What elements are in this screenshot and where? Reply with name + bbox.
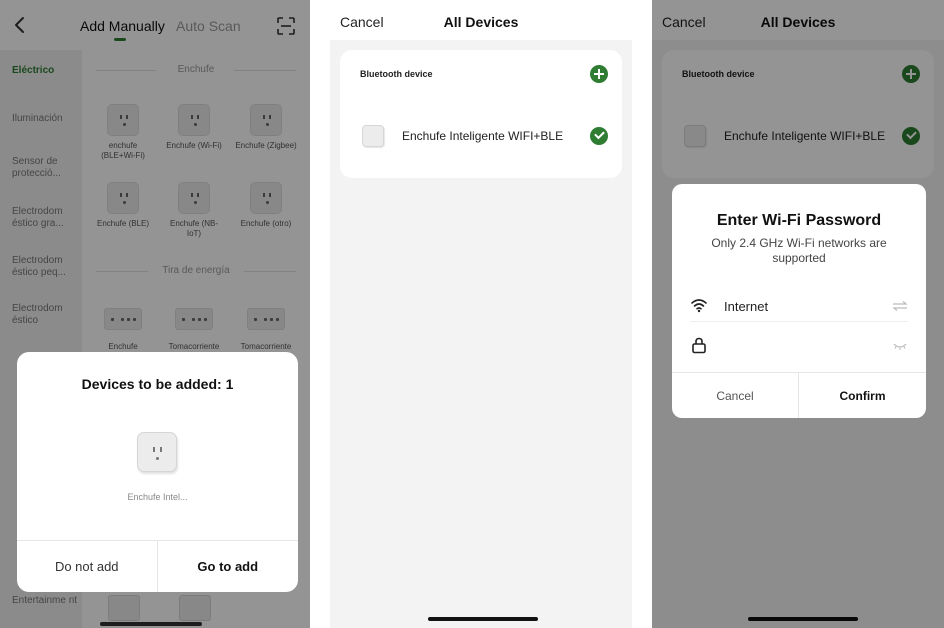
dialog-title: Enter Wi-Fi Password: [716, 212, 882, 229]
password-row: [690, 330, 908, 362]
network-name: Internet: [724, 299, 769, 314]
dialog-actions: Cancel Confirm: [672, 372, 926, 418]
sheet-actions: Do not add Go to add: [17, 540, 298, 592]
check-icon[interactable]: [590, 127, 608, 145]
section-label: Bluetooth device: [360, 69, 433, 79]
add-device-screen: Add Manually Auto Scan Eléctrico Ilumina…: [0, 0, 310, 628]
lock-icon: [692, 337, 706, 354]
home-indicator: [428, 617, 538, 621]
do-not-add-button[interactable]: Do not add: [17, 541, 158, 592]
wifi-password-dialog: Enter Wi-Fi Password Only 2.4 GHz Wi-Fi …: [672, 184, 926, 418]
all-devices-screen: Cancel All Devices Bluetooth device Ench…: [330, 0, 632, 628]
go-to-add-button[interactable]: Go to add: [158, 541, 299, 592]
dialog-subtitle: Only 2.4 GHz Wi-Fi networks are supporte…: [711, 236, 887, 265]
confirm-button[interactable]: Confirm: [799, 373, 926, 418]
header: Cancel All Devices: [330, 0, 632, 40]
device-name[interactable]: Enchufe Inteligente WIFI+BLE: [402, 129, 563, 143]
smart-plug-icon: [137, 432, 177, 472]
add-icon[interactable]: [590, 65, 608, 83]
bluetooth-device-card: Bluetooth device Enchufe Inteligente WIF…: [340, 50, 622, 178]
page-title: All Devices: [443, 14, 519, 30]
sheet-title: Devices to be added: 1: [81, 376, 234, 392]
smart-plug-icon: [362, 125, 384, 147]
wifi-network-row[interactable]: Internet: [690, 290, 908, 322]
eye-closed-icon[interactable]: [892, 340, 908, 352]
cancel-button[interactable]: Cancel: [672, 373, 799, 418]
devices-to-add-sheet: Devices to be added: 1 Enchufe Intel... …: [17, 352, 298, 592]
wifi-icon: [691, 299, 707, 313]
device-name: Enchufe Intel...: [127, 492, 188, 502]
password-input[interactable]: [724, 334, 874, 358]
wifi-password-screen: Cancel All Devices Bluetooth device Ench…: [652, 0, 944, 628]
switch-network-icon[interactable]: [892, 300, 908, 312]
